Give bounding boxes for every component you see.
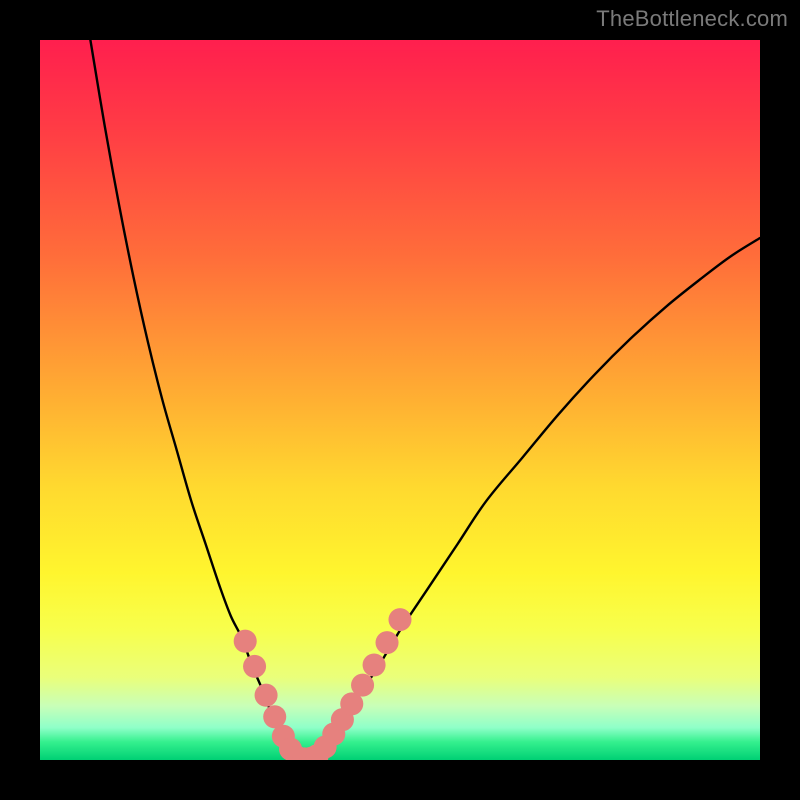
curve-dot (376, 631, 399, 654)
curve-dot (363, 653, 386, 676)
curve-dot (234, 630, 257, 653)
curve-dot (351, 674, 374, 697)
plot-area (40, 40, 760, 760)
watermark-text: TheBottleneck.com (596, 6, 788, 32)
highlight-dots (40, 40, 760, 760)
chart-stage: TheBottleneck.com (0, 0, 800, 800)
curve-dot (388, 608, 411, 631)
curve-dot (243, 655, 266, 678)
curve-dot (255, 684, 278, 707)
